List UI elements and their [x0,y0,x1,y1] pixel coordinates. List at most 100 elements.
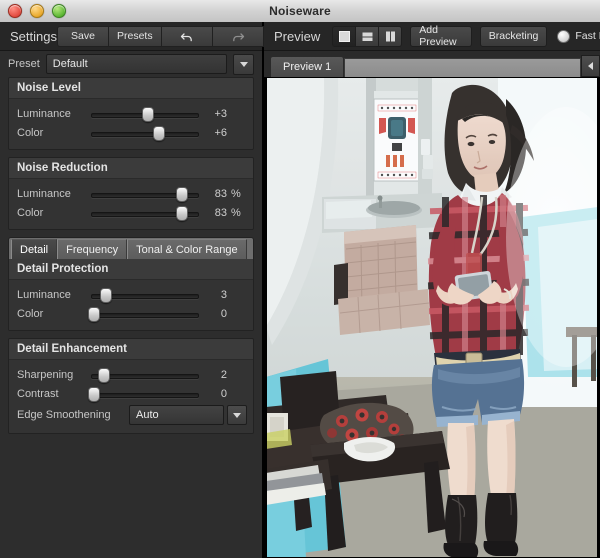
slider-thumb[interactable] [142,107,154,122]
preset-select[interactable]: Default [46,54,227,74]
slider-row: Color 0 [9,305,253,323]
slider-value: 83 [199,188,227,200]
vertical-split-button[interactable] [378,26,402,47]
vertical-split-icon [384,30,397,43]
preview-tab-bar: Preview 1 [264,51,600,78]
preview-header: Preview [264,22,600,51]
detail-protection-body: Luminance 3 Color [9,280,253,330]
group-body: Luminance +3 Color [9,99,253,149]
slider-value: 0 [199,308,227,320]
preview-image-area[interactable] [264,77,600,558]
detail-protection-title: Detail Protection [9,259,253,280]
slider-thumb[interactable] [176,187,188,202]
fast-preview-radio[interactable] [557,30,570,43]
detail-protection-color-slider[interactable] [91,307,199,321]
preset-dropdown-button[interactable] [233,54,254,75]
noise-level-group: Noise Level Luminance +3 Color [8,77,254,150]
preset-row: Preset Default [0,51,262,77]
slider-thumb[interactable] [88,387,100,402]
group-body: Luminance 83 % Color [9,179,253,229]
slider-track [91,132,199,137]
save-button[interactable]: Save [57,26,108,47]
left-caret-icon [588,62,593,70]
slider-value: +3 [199,108,227,120]
slider-value: +6 [199,127,227,139]
group-body: Sharpening 2 Contrast [9,360,253,433]
slider-row: Luminance 3 [9,286,253,304]
bracketing-button[interactable]: Bracketing [480,26,548,47]
slider-track [91,393,199,398]
slider-thumb[interactable] [100,288,112,303]
preview-tab-scroll-left-button[interactable] [581,55,600,77]
contrast-slider[interactable] [91,387,199,401]
preview-photo [266,77,598,558]
detail-enhancement-group: Detail Enhancement Sharpening 2 Contrast [8,338,254,434]
slider-value: 83 [199,207,227,219]
tab-tonal-color-range[interactable]: Tonal & Color Range [127,239,247,259]
slider-label: Luminance [17,188,91,200]
noise-level-color-slider[interactable] [91,126,199,140]
slider-row: Luminance +3 [9,105,253,123]
slider-value: 2 [199,369,227,381]
fast-preview-label: Fast Pre [575,30,600,42]
tab-frequency[interactable]: Frequency [57,239,127,259]
noise-level-luminance-slider[interactable] [91,107,199,121]
add-preview-button[interactable]: Add Preview [410,26,472,47]
edge-smoothening-label: Edge Smoothening [17,409,129,421]
edge-smoothening-select[interactable]: Auto [129,405,224,425]
preview-title: Preview [264,29,320,44]
group-title: Detail Enhancement [9,339,253,360]
horizontal-split-icon [361,30,374,43]
undo-button[interactable] [161,26,212,47]
noiseware-window: Noiseware Settings Save Presets [0,0,600,558]
preset-label: Preset [8,58,40,70]
preview-panel: Preview [264,22,600,558]
slider-label: Luminance [17,108,91,120]
tab-detail[interactable]: Detail [11,239,57,259]
slider-unit: % [227,188,247,200]
noise-reduction-group: Noise Reduction Luminance 83 % Color [8,157,254,230]
settings-header: Settings Save Presets [0,22,262,51]
slider-row: Contrast 0 [9,385,253,403]
chevron-down-icon [233,413,241,418]
detail-protection-luminance-slider[interactable] [91,288,199,302]
preview-tab-1[interactable]: Preview 1 [270,56,344,77]
noise-reduction-color-slider[interactable] [91,206,199,220]
detail-tab-panel: Detail Protection Luminance 3 Color [8,259,254,331]
slider-label: Color [17,308,91,320]
main-content: Settings Save Presets [0,22,600,558]
slider-row: Color 83 % [9,204,253,222]
detail-tabs: Detail Frequency Tonal & Color Range [8,237,254,259]
group-title: Noise Level [9,78,253,99]
slider-thumb[interactable] [98,368,110,383]
sharpening-slider[interactable] [91,368,199,382]
slider-row: Sharpening 2 [9,366,253,384]
edge-smoothening-row: Edge Smoothening Auto [9,405,253,425]
settings-panel: Settings Save Presets [0,22,264,558]
slider-label: Color [17,127,91,139]
slider-thumb[interactable] [153,126,165,141]
redo-icon [231,31,245,42]
view-mode-group [332,26,402,47]
slider-thumb[interactable] [88,307,100,322]
presets-button[interactable]: Presets [108,26,161,47]
window-title: Noiseware [0,0,600,22]
window-titlebar: Noiseware [0,0,600,23]
fast-preview-option[interactable]: Fast Pre [557,30,600,43]
redo-button[interactable] [212,26,263,47]
slider-track [91,313,199,318]
single-view-button[interactable] [332,26,355,47]
noise-reduction-luminance-slider[interactable] [91,187,199,201]
slider-value: 0 [199,388,227,400]
settings-title: Settings [0,29,57,44]
single-view-icon [338,30,351,43]
slider-label: Color [17,207,91,219]
edge-smoothening-dropdown-button[interactable] [227,405,247,425]
slider-value: 3 [199,289,227,301]
slider-thumb[interactable] [176,206,188,221]
slider-row: Color +6 [9,124,253,142]
horizontal-split-button[interactable] [355,26,378,47]
slider-label: Luminance [17,289,91,301]
preview-tab-filler [344,58,581,77]
photo-content [266,77,598,558]
